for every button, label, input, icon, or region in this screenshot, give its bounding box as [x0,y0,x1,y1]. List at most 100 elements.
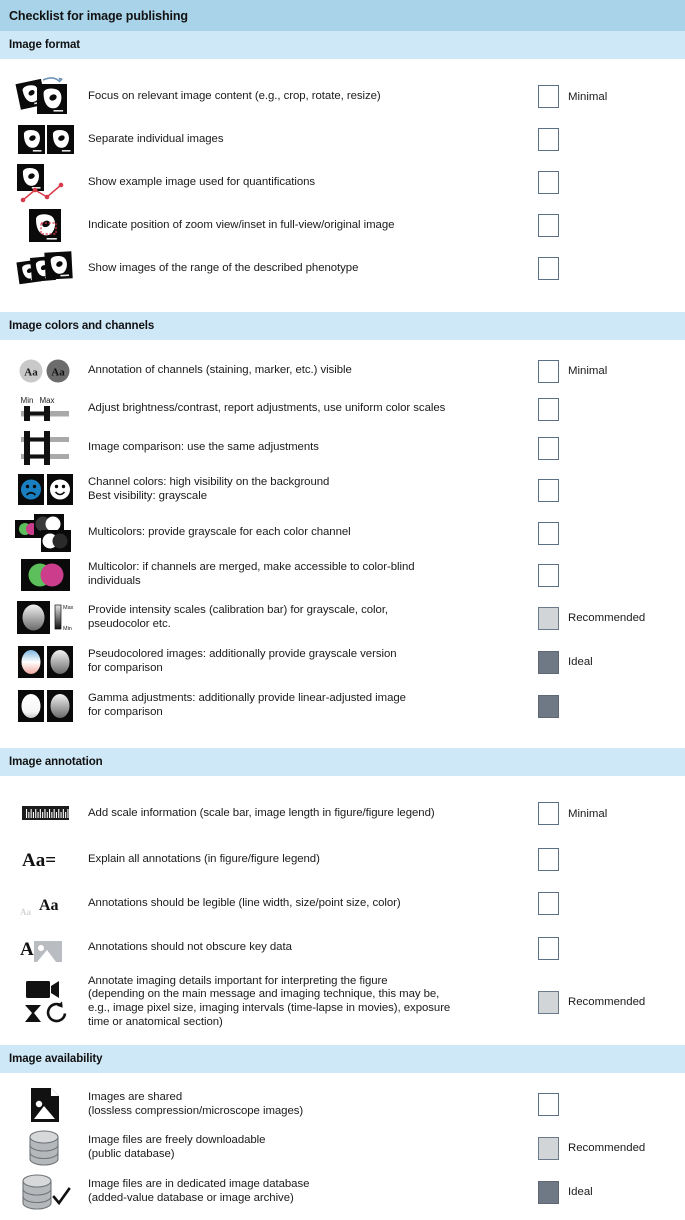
phenotype-range-icon [16,249,74,289]
checklist-checkbox[interactable] [538,397,559,421]
section-bottom-spacer [0,728,685,748]
same-adjustments-sliders-icon [19,428,73,468]
checklist-level-label: Recommended [568,612,646,624]
checklist-item-text-line: e.g., image pixel size, imaging interval… [88,1002,451,1014]
checklist-checkbox[interactable] [538,936,559,960]
checklist-checkbox[interactable] [538,478,559,502]
checklist-level-label: Ideal [568,1186,593,1198]
checklist-row: Focus on relevant image content (e.g., c… [0,75,685,118]
checklist-item-icon-cell [0,645,88,679]
page-title: Checklist for image publishing [9,8,188,23]
pseudocolor-grayscale-pair-icon [18,645,74,679]
checklist-item-text-line: Separate individual images [88,132,224,145]
obscure-key-data-icon: A [20,933,72,963]
checklist-item-status-cell [525,892,685,915]
checklist-item-label: Adjust brightness/contrast, report adjus… [88,402,525,416]
checklist-item-text-line: Image files are in dedicated image datab… [88,1178,310,1191]
checklist-item-status-cell: Minimal [525,85,685,108]
checklist-item-icon-cell [0,207,88,245]
checklist-item-text-line: Pseudocolored images: additionally provi… [88,648,397,661]
section-top-spacer [0,776,685,790]
checklist-row: Annotate imaging details important for i… [0,971,685,1033]
checklist-item-label: Show example image used for quantificati… [88,176,525,190]
section-header-3: Image availability [0,1045,685,1073]
checklist-item-text-line: (public database) [88,1148,175,1160]
checklist-item-label: Explain all annotations (in figure/figur… [88,853,525,867]
checklist-checkbox[interactable] [538,257,559,280]
checklist-item-label: Multicolor: if channels are merged, make… [88,561,525,588]
database-check-icon [19,1173,73,1211]
database-download-icon [26,1129,66,1167]
checklist-item-text-line: Multicolors: provide grayscale for each … [88,526,351,539]
svg-text:Aa: Aa [39,897,59,914]
checklist-checkbox[interactable] [538,694,559,718]
svg-text:Max: Max [39,396,54,405]
checklist-checkbox[interactable] [538,1093,559,1116]
checklist-row: Images are shared (lossless compression/m… [0,1083,685,1126]
checklist-checkbox[interactable] [538,1180,559,1204]
checklist-item-icon-cell [0,124,88,155]
checklist-item-icon-cell [0,428,88,468]
checklist-checkbox[interactable] [538,848,559,871]
checklist-item-text-line: Annotations should not obscure key data [88,941,292,954]
checklist-item-text-line: Image comparison: use the same adjustmen… [88,441,319,454]
checklist-checkbox[interactable] [538,1136,559,1160]
imaging-details-icon [18,979,74,1025]
checklist-checkbox[interactable] [538,85,559,108]
section-title: Image annotation [9,756,103,768]
checklist-item-label: Gamma adjustments: additionally provide … [88,692,525,719]
checklist-item-label: Annotation of channels (staining, marker… [88,364,525,378]
checklist-item-text-line: Adjust brightness/contrast, report adjus… [88,402,446,415]
checklist-row: Image files are in dedicated image datab… [0,1170,685,1214]
checklist-item-status-cell [525,214,685,237]
checklist-item-status-cell [525,521,685,545]
checklist-item-status-cell: Recommended [525,990,685,1014]
checklist-item-text-line: (added-value database or image archive) [88,1192,294,1204]
checklist-item-icon-cell: Max Min [0,601,88,635]
checklist-item-icon-cell [0,514,88,552]
explain-annotations-icon: Aa= [22,849,70,871]
checklist-item-label: Images are shared (lossless compression/m… [88,1091,525,1118]
checklist-item-icon-cell [0,1129,88,1167]
checklist-item-text-line: Annotations should be legible (line widt… [88,896,401,909]
checklist-checkbox[interactable] [538,436,559,460]
section-rows-3: Images are shared (lossless compression/m… [0,1083,685,1214]
section-rows-0: Focus on relevant image content (e.g., c… [0,75,685,290]
checklist-item-label: Indicate position of zoom view/inset in … [88,219,525,233]
checklist-checkbox[interactable] [538,990,559,1014]
section-bottom-spacer [0,290,685,312]
checklist-item-icon-cell [0,979,88,1025]
checklist-level-label: Recommended [568,1142,646,1154]
section-title: Image availability [9,1053,103,1065]
checklist-level-label: Minimal [568,90,608,103]
checklist-item-text-line: Show example image used for quantificati… [88,175,316,188]
checklist-row: Aa Aa Annotations should be legible (lin… [0,882,685,925]
checklist-checkbox[interactable] [538,359,559,383]
checklist-item-icon-cell [0,689,88,723]
checklist-checkbox[interactable] [538,606,559,630]
checklist-row: Separate individual images [0,118,685,161]
checklist-checkbox[interactable] [538,214,559,237]
checklist-row: Pseudocolored images: additionally provi… [0,640,685,684]
page-title-bar: Checklist for image publishing [0,0,685,31]
checklist-item-text-line: Indicate position of zoom view/inset in … [88,218,395,231]
checklist-item-text-line: Annotate imaging details important for i… [88,974,388,987]
checklist-item-label: Annotations should be legible (line widt… [88,897,525,911]
checklist-checkbox[interactable] [538,521,559,545]
checklist-checkbox[interactable] [538,171,559,194]
checklist-level-label: Recommended [568,996,646,1008]
checklist-checkbox[interactable] [538,563,559,587]
checklist-item-status-cell [525,397,685,421]
shared-image-icon [29,1087,63,1123]
checklist-item-label: Channel colors: high visibility on the b… [88,476,525,503]
checklist-checkbox[interactable] [538,802,559,825]
gamma-linear-pair-icon [18,689,74,723]
section-bottom-spacer [0,1214,685,1220]
checklist-item-label: Provide intensity scales (calibration ba… [88,604,525,631]
checklist-row: Multicolor: if channels are merged, make… [0,554,685,596]
checklist-checkbox[interactable] [538,892,559,915]
checklist-checkbox[interactable] [538,650,559,674]
checklist-item-text-line: Best visibility: grayscale [88,490,207,502]
checklist-checkbox[interactable] [538,128,559,151]
checklist-row: Channel colors: high visibility on the b… [0,468,685,512]
